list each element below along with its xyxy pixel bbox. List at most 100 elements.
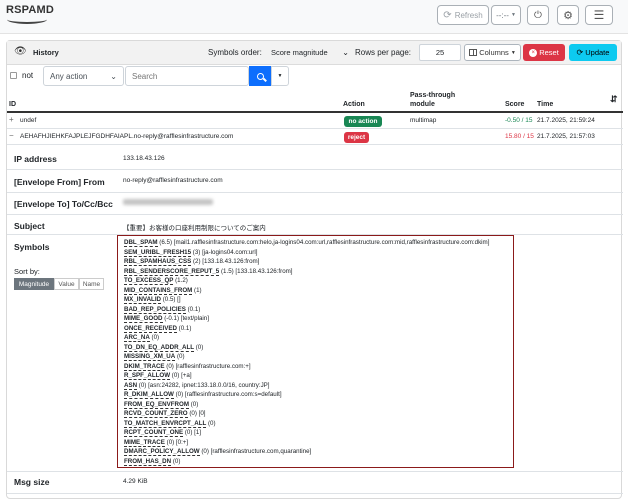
- symbol-name[interactable]: RCVD_COUNT_ZERO: [124, 410, 188, 418]
- hamburger-menu-icon: ☰: [593, 8, 605, 22]
- symbol-name[interactable]: DMARC_POLICY_ALLOW: [124, 448, 200, 456]
- refresh-interval-value: --:--: [496, 10, 509, 20]
- action-filter-select[interactable]: Any action ⌄: [43, 66, 124, 86]
- symbol-name[interactable]: RBL_SPAMHAUS_CSS: [124, 258, 192, 266]
- symbol-name[interactable]: RBL_SENDERSCORE_REPUT_5: [124, 267, 220, 276]
- symbol-name[interactable]: DKIM_TRACE: [124, 362, 165, 371]
- symbol-details: (0) [rafflesinfrastructure.com:+]: [164, 362, 251, 370]
- history-card-header: 👁 History Symbols order: Score magnitude…: [7, 41, 621, 65]
- detail-divider: [7, 169, 623, 170]
- column-header-score[interactable]: Score: [505, 101, 524, 108]
- eye-icon: 👁: [14, 46, 27, 57]
- logo-arc: [7, 15, 47, 24]
- symbol-name[interactable]: ASN: [124, 381, 138, 390]
- sort-icon[interactable]: ⇵: [610, 94, 618, 105]
- refresh-interval-dropdown[interactable]: --:-- ▼: [491, 5, 521, 25]
- rspamd-logo[interactable]: RSPAMD: [6, 4, 54, 28]
- symbols-order-label: Symbols order:: [208, 48, 262, 57]
- header-divider: [7, 111, 623, 113]
- symbol-details: (0) [1]: [183, 429, 202, 436]
- symbol-name[interactable]: TO_MATCH_ENVRCPT_ALL: [124, 419, 207, 428]
- symbol-details: (0): [188, 400, 199, 408]
- search-button[interactable]: [249, 66, 271, 86]
- not-label: not: [22, 71, 34, 80]
- column-header-id[interactable]: ID: [9, 101, 16, 108]
- caret-down-icon: ▼: [277, 73, 283, 79]
- ip-address-value: 133.18.43.126: [123, 155, 165, 162]
- symbol-name[interactable]: MIME_GOOD: [124, 315, 163, 323]
- detail-divider: [7, 493, 623, 494]
- symbols-list: DBL_SPAM (6.5) [mail1.rafflesinfrastruct…: [117, 235, 514, 468]
- row-score: -0.50 / 15: [505, 117, 533, 124]
- symbol-name[interactable]: ARC_NA: [124, 334, 150, 342]
- search-options-dropdown[interactable]: ▼: [271, 66, 289, 86]
- symbols-order-select[interactable]: Score magnitude ⌄: [267, 44, 353, 61]
- not-checkbox[interactable]: [10, 72, 17, 79]
- sort-magnitude-button[interactable]: Magnitude: [14, 278, 54, 290]
- sort-name-button[interactable]: Name: [79, 278, 104, 290]
- navbar-toggler-button[interactable]: ☰: [585, 5, 613, 25]
- symbol-details: (0): [171, 457, 181, 465]
- symbols-label: Symbols: [14, 242, 50, 252]
- disconnect-button[interactable]: ⏻: [527, 5, 549, 25]
- subject-label: Subject: [14, 221, 45, 231]
- symbol-name[interactable]: FROM_EQ_ENVFROM: [124, 400, 189, 409]
- update-button[interactable]: ⟳ Update: [569, 44, 617, 61]
- symbol-name[interactable]: BAD_REP_POLICIES: [124, 305, 186, 314]
- reset-button[interactable]: × Reset: [523, 44, 565, 61]
- search-input[interactable]: [125, 66, 249, 86]
- refresh-button[interactable]: ⟳ Refresh: [437, 5, 489, 25]
- symbol-details: (0.1): [185, 305, 201, 313]
- symbol-name[interactable]: RCPT_COUNT_ONE: [124, 429, 184, 437]
- envelope-from-label: [Envelope From] From: [14, 177, 105, 187]
- ip-address-label: IP address: [14, 154, 57, 164]
- symbol-name[interactable]: R_DKIM_ALLOW: [124, 391, 174, 399]
- column-header-action[interactable]: Action: [343, 101, 365, 108]
- symbol-name[interactable]: TO_DN_EQ_ADDR_ALL: [124, 343, 195, 352]
- expand-row-toggle[interactable]: +: [9, 115, 14, 124]
- symbol-name[interactable]: MIME_TRACE: [124, 438, 165, 447]
- chevron-down-icon: ⌄: [110, 71, 117, 81]
- symbol-name[interactable]: R_SPF_ALLOW: [124, 372, 171, 380]
- symbol-name[interactable]: MID_CONTAINS_FROM: [124, 286, 193, 295]
- symbol-details: (0): [149, 334, 160, 341]
- action-badge: reject: [344, 132, 369, 143]
- symbol-entry: FROM_EQ_ENVFROM (0): [124, 400, 199, 409]
- symbols-order-value: Score magnitude: [271, 48, 328, 57]
- symbol-name[interactable]: TO_EXCESS_QP: [124, 277, 174, 285]
- symbol-name[interactable]: SEM_URIBL_FRESH15: [124, 248, 192, 257]
- symbol-name[interactable]: ONCE_RECEIVED: [124, 324, 177, 333]
- settings-button[interactable]: ⚙: [557, 5, 579, 25]
- symbol-name[interactable]: MISSING_XM_UA: [124, 353, 176, 361]
- column-header-time[interactable]: Time: [537, 101, 553, 108]
- update-label: Update: [585, 48, 610, 57]
- symbol-details: (2) [133.18.43.126:from]: [191, 258, 260, 265]
- symbol-entry: MIME_TRACE (0) [0:+]: [124, 438, 188, 447]
- rows-per-page-input[interactable]: 25: [419, 44, 461, 61]
- symbol-entry: DBL_SPAM (6.5) [mail1.rafflesinfrastruct…: [124, 239, 489, 247]
- row-divider: [7, 144, 623, 145]
- symbol-details: (1.2): [173, 277, 188, 284]
- refresh-label: Refresh: [454, 10, 483, 20]
- column-header-pass-through-1[interactable]: Pass-through: [410, 92, 455, 99]
- gear-icon: ⚙: [563, 9, 573, 22]
- detail-divider: [7, 471, 623, 472]
- refresh-icon: ⟳: [443, 9, 452, 21]
- action-badge: no action: [344, 116, 382, 127]
- columns-button[interactable]: Columns ▼: [464, 44, 521, 61]
- action-filter-value: Any action: [50, 71, 88, 81]
- msg-size-value: 4.29 KiB: [123, 478, 148, 485]
- symbol-details: (0): [206, 419, 216, 427]
- column-header-pass-through-2[interactable]: module: [410, 101, 435, 108]
- row-pass-through: multimap: [410, 117, 437, 124]
- collapse-row-toggle[interactable]: −: [9, 131, 14, 140]
- sort-value-button[interactable]: Value: [54, 278, 79, 290]
- symbol-name[interactable]: MX_INVALID: [124, 296, 162, 304]
- row-time: 21.7.2025, 21:59:24: [537, 117, 595, 124]
- rows-per-page-label: Rows per page:: [355, 48, 412, 57]
- symbol-name[interactable]: FROM_HAS_DN: [124, 457, 172, 466]
- symbol-entry: RBL_SENDERSCORE_REPUT_5 (1.5) [133.18.43…: [124, 267, 293, 276]
- subject-value: 【重要】お客様の口座利用制限についてのご案内: [123, 225, 266, 232]
- symbol-name[interactable]: DBL_SPAM: [124, 239, 158, 247]
- envelope-to-value-blurred: [123, 199, 213, 205]
